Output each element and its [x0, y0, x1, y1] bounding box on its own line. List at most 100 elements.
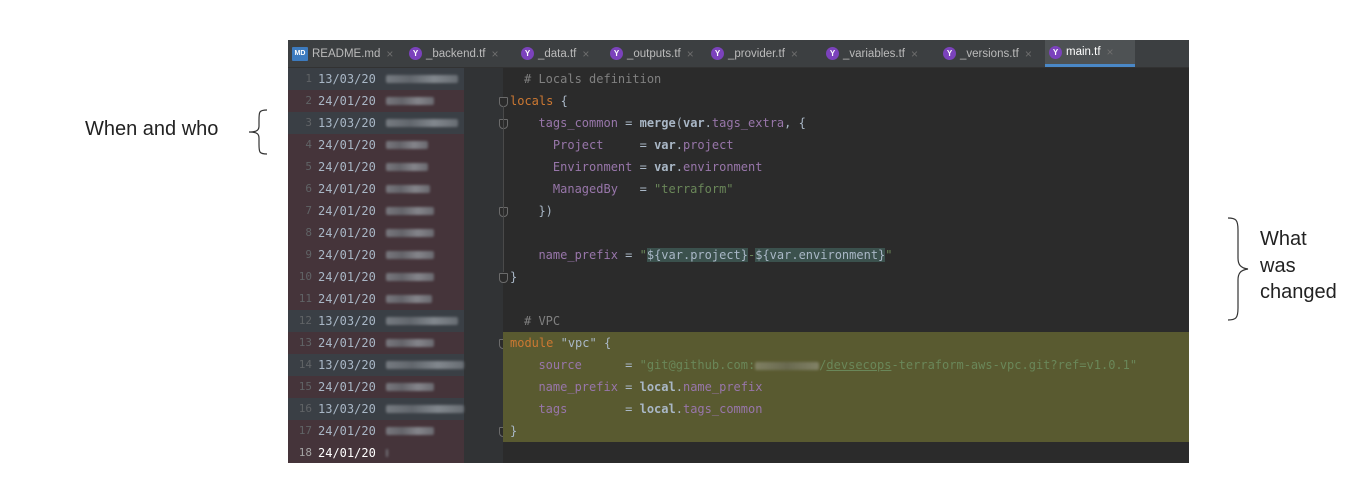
changed-code-line[interactable]: }: [503, 420, 1189, 442]
annotate-row[interactable]: 9 24/01/20: [288, 244, 464, 266]
terraform-icon: Y: [711, 47, 724, 60]
annotate-row[interactable]: 16 13/03/20: [288, 398, 464, 420]
left-curly-brace: [248, 109, 268, 155]
code-token: merge: [639, 116, 676, 130]
code-line[interactable]: tags_common = merge(var.tags_extra, {: [503, 112, 1189, 134]
code-token: ${var.project}: [646, 248, 748, 262]
code-token: Environment: [524, 160, 633, 174]
code-line[interactable]: }): [503, 200, 1189, 222]
commit-date: 24/01/20: [318, 446, 376, 460]
annotate-row[interactable]: 17 24/01/20: [288, 420, 464, 442]
code-token: }: [510, 424, 518, 438]
code-line[interactable]: }: [503, 266, 1189, 288]
tab-main-tf[interactable]: Ymain.tf ×: [1045, 40, 1135, 67]
line-number: 15: [298, 380, 312, 393]
code-token: }): [524, 204, 553, 218]
annotate-row[interactable]: 3 13/03/20: [288, 112, 464, 134]
code-token: ManagedBy: [524, 182, 618, 196]
code-token: tags_common: [682, 402, 763, 416]
line-number: 18: [298, 446, 312, 459]
tab-label: _variables.tf: [843, 47, 906, 60]
terraform-icon: Y: [1049, 45, 1062, 59]
code-token: , {: [784, 116, 806, 130]
annotate-row[interactable]: 11 24/01/20: [288, 288, 464, 310]
code-line[interactable]: [503, 442, 1189, 463]
blurred-author-name: [386, 427, 434, 435]
annotate-row[interactable]: 8 24/01/20: [288, 222, 464, 244]
code-token: tags_extra: [711, 116, 785, 130]
terraform-icon: Y: [610, 47, 623, 60]
git-annotate-column[interactable]: 1 13/03/20 2 24/01/20 3 13/03/20 4 24/01/20 5 24/…: [288, 68, 464, 463]
tab-label: README.md: [312, 47, 381, 60]
close-tab-icon[interactable]: ×: [386, 47, 393, 61]
close-tab-icon[interactable]: ×: [1025, 47, 1032, 61]
code-line[interactable]: Project = var.project: [503, 134, 1189, 156]
terraform-icon-glyph: Y: [943, 47, 956, 60]
changed-code-line[interactable]: source = "git@github.com:/devsecops-terr…: [503, 354, 1189, 376]
close-tab-icon[interactable]: ×: [1107, 45, 1114, 59]
commit-date: 24/01/20: [318, 380, 376, 394]
tab-variables-tf[interactable]: Y _variables.tf ×: [822, 40, 939, 67]
close-tab-icon[interactable]: ×: [687, 47, 694, 61]
code-line[interactable]: name_prefix = "${var.project}-${var.envi…: [503, 244, 1189, 266]
code-line[interactable]: # VPC: [503, 310, 1189, 332]
code-line[interactable]: [503, 222, 1189, 244]
commit-date: 13/03/20: [318, 358, 376, 372]
tab-readme-md[interactable]: MD README.md ×: [288, 40, 405, 67]
commit-date: 24/01/20: [318, 248, 376, 262]
close-tab-icon[interactable]: ×: [911, 47, 918, 61]
changed-code-line[interactable]: name_prefix = local.name_prefix: [503, 376, 1189, 398]
code-line[interactable]: locals {: [503, 90, 1189, 112]
code-token: environment: [682, 160, 763, 174]
annotate-row[interactable]: 12 13/03/20: [288, 310, 464, 332]
annotate-row[interactable]: 7 24/01/20: [288, 200, 464, 222]
code-line[interactable]: # Locals definition: [503, 68, 1189, 90]
markdown-icon: MD: [292, 46, 308, 61]
code-token: devsecops: [826, 358, 892, 372]
annotate-row[interactable]: 6 24/01/20: [288, 178, 464, 200]
changed-code-line[interactable]: module "vpc" {: [503, 332, 1189, 354]
code-token: .: [675, 380, 683, 394]
close-tab-icon[interactable]: ×: [491, 47, 498, 61]
tab-backend-tf[interactable]: Y _backend.tf ×: [405, 40, 517, 67]
commit-date: 24/01/20: [318, 138, 376, 152]
annotate-row[interactable]: 10 24/01/20: [288, 266, 464, 288]
code-token: # VPC: [524, 314, 561, 328]
code-token: .: [675, 160, 683, 174]
close-tab-icon[interactable]: ×: [791, 47, 798, 61]
annotate-row[interactable]: 14 13/03/20: [288, 354, 464, 376]
code-line[interactable]: Environment = var.environment: [503, 156, 1189, 178]
tab-outputs-tf[interactable]: Y _outputs.tf ×: [606, 40, 707, 67]
close-tab-icon[interactable]: ×: [582, 47, 589, 61]
blurred-author-name: [386, 449, 388, 457]
tab-provider-tf[interactable]: Y _provider.tf ×: [707, 40, 822, 67]
annotate-row[interactable]: 1 13/03/20: [288, 68, 464, 90]
blurred-author-name: [386, 119, 458, 127]
tab-versions-tf[interactable]: Y _versions.tf ×: [939, 40, 1045, 67]
blurred-author-name: [386, 97, 434, 105]
code-token: .: [675, 138, 683, 152]
tab-data-tf[interactable]: Y _data.tf ×: [517, 40, 606, 67]
annotate-row[interactable]: 18 24/01/20: [288, 442, 464, 463]
annotate-row[interactable]: 2 24/01/20: [288, 90, 464, 112]
annotate-row[interactable]: 5 24/01/20: [288, 156, 464, 178]
annotation-when-and-who: When and who: [85, 118, 219, 140]
code-line[interactable]: ManagedBy = "terraform": [503, 178, 1189, 200]
terraform-icon: Y: [409, 47, 422, 60]
code-line[interactable]: [503, 288, 1189, 310]
changed-code-line[interactable]: tags = local.tags_common: [503, 398, 1189, 420]
annotate-row[interactable]: 15 24/01/20: [288, 376, 464, 398]
blurred-author-name: [386, 317, 458, 325]
terraform-icon-glyph: Y: [521, 47, 534, 60]
blurred-author-name: [386, 75, 458, 83]
code-token: .: [675, 402, 683, 416]
ide-window: MD README.md × Y _backend.tf × Y _data.tf × Y _out…: [288, 40, 1189, 463]
terraform-icon: Y: [826, 47, 839, 60]
annotate-row[interactable]: 13 24/01/20: [288, 332, 464, 354]
line-number: 16: [298, 402, 312, 415]
annotate-row[interactable]: 4 24/01/20: [288, 134, 464, 156]
tab-label: _backend.tf: [426, 47, 486, 60]
code-editor[interactable]: # Locals definition locals { tags_common …: [503, 68, 1189, 463]
tab-label: _data.tf: [538, 47, 577, 60]
code-token: var: [682, 116, 705, 130]
